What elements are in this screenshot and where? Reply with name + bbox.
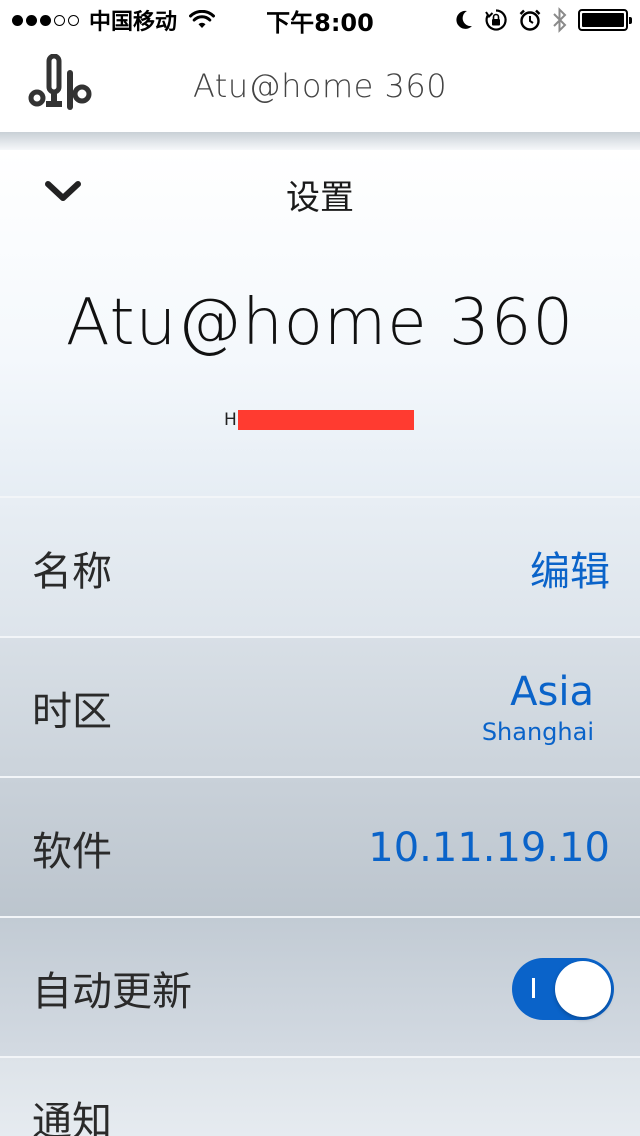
serial-prefix: H — [224, 410, 237, 430]
settings-row-name: 名称 编辑 — [0, 496, 640, 636]
timezone-region: Asia — [510, 669, 594, 715]
alarm-icon — [519, 9, 541, 31]
toggle-on-mark — [532, 978, 535, 998]
edit-name-button[interactable]: 编辑 — [530, 498, 610, 638]
status-bar: 中国移动 下午8:00 — [0, 0, 640, 40]
rotation-lock-icon — [485, 9, 507, 31]
timezone-value[interactable]: Asia Shanghai — [482, 638, 594, 778]
row-label-timezone: 时区 — [32, 689, 112, 735]
carrier-name: 中国移动 — [89, 10, 178, 35]
timezone-city: Shanghai — [481, 718, 594, 746]
settings-row-timezone[interactable]: 时区 Asia Shanghai — [0, 636, 640, 776]
auto-update-toggle[interactable] — [512, 958, 614, 1020]
row-label-auto-update: 自动更新 — [32, 969, 192, 1015]
settings-title: 设置 — [286, 177, 354, 218]
app-title: Atu@home 360 — [192, 67, 448, 105]
device-name: Atu@home 360 — [65, 286, 575, 360]
status-right — [454, 0, 632, 40]
device-serial: H — [224, 409, 414, 431]
settings-row-auto-update: 自动更新 — [0, 916, 640, 1056]
settings-row-notifications[interactable]: 通知 — [0, 1056, 640, 1136]
serial-redaction — [237, 410, 414, 430]
row-label-software: 软件 — [32, 829, 112, 875]
battery-icon — [578, 9, 632, 31]
software-version: 10.11.19.10 — [368, 825, 610, 871]
signal-dots-icon — [12, 14, 79, 26]
settings-panel-header: 设置 Atu@home 360 H — [0, 150, 640, 496]
bluetooth-icon — [553, 7, 567, 33]
moon-icon — [456, 10, 472, 29]
settings-row-software: 软件 10.11.19.10 — [0, 776, 640, 916]
status-left: 中国移动 — [12, 0, 216, 40]
header-divider — [0, 132, 640, 150]
row-label-name: 名称 — [32, 549, 112, 595]
row-label-notifications: 通知 — [32, 1099, 112, 1136]
toggle-knob — [555, 961, 611, 1017]
app-header: Atu@home 360 — [0, 40, 640, 132]
wifi-icon — [189, 10, 216, 28]
